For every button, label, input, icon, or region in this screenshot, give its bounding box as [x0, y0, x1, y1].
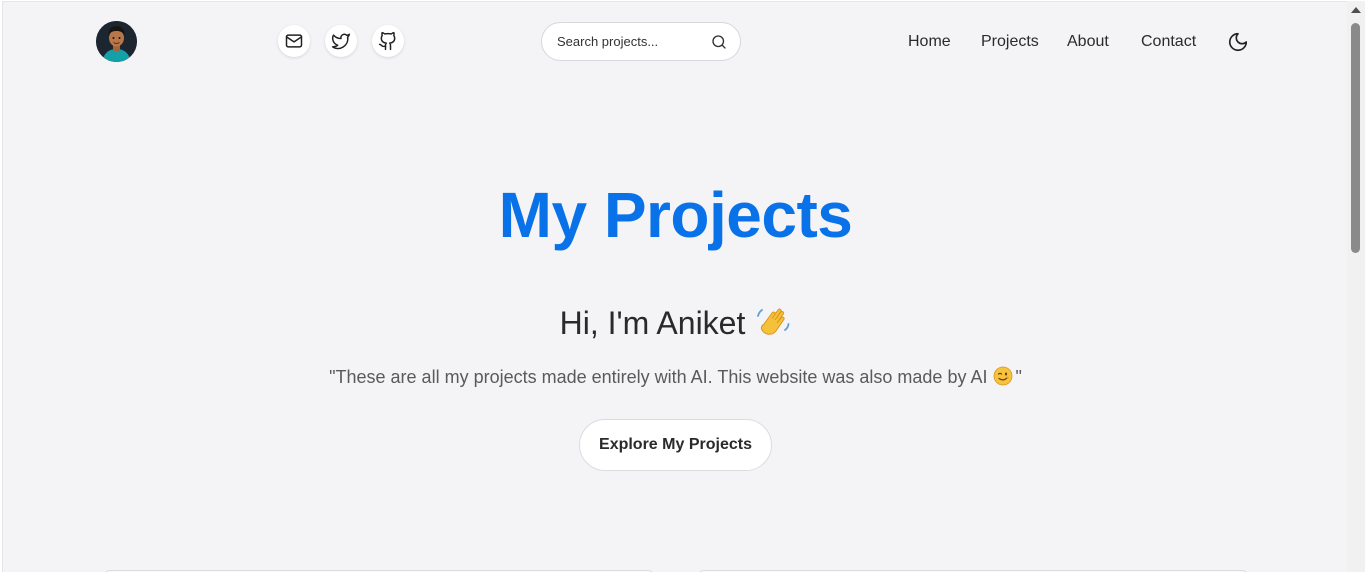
github-icon — [378, 31, 398, 51]
scroll-up-arrow-icon[interactable] — [1351, 7, 1361, 13]
twitter-button[interactable] — [325, 25, 357, 57]
mail-icon — [284, 31, 304, 51]
search-input[interactable] — [557, 34, 707, 49]
page-viewport: Home Projects About Contact My Projects … — [2, 1, 1347, 572]
quote-text: "These are all my projects made entirely… — [329, 367, 988, 387]
waving-hand-icon — [755, 302, 791, 346]
moon-icon — [1227, 31, 1249, 53]
search-icon[interactable] — [710, 33, 728, 51]
theme-toggle-button[interactable] — [1227, 31, 1249, 53]
vertical-scrollbar[interactable] — [1347, 1, 1365, 572]
explore-projects-button[interactable]: Explore My Projects — [579, 419, 772, 471]
nav-contact[interactable]: Contact — [1141, 33, 1196, 51]
email-button[interactable] — [278, 25, 310, 57]
avatar[interactable] — [96, 21, 137, 62]
greeting-text: Hi, I'm Aniket — [559, 305, 746, 341]
avatar-illustration — [96, 21, 137, 62]
page-title: My Projects — [498, 179, 853, 251]
github-button[interactable] — [372, 25, 404, 57]
scrollbar-thumb[interactable] — [1351, 23, 1360, 253]
winking-face-icon — [993, 366, 1013, 391]
nav-about[interactable]: About — [1067, 33, 1109, 51]
hero-greeting: Hi, I'm Aniket — [3, 302, 1347, 346]
nav-home[interactable]: Home — [908, 33, 951, 51]
quote-close: " — [1015, 367, 1022, 387]
hero-quote: "These are all my projects made entirely… — [3, 366, 1347, 391]
search-box — [541, 22, 741, 61]
twitter-icon — [331, 31, 351, 51]
nav-projects[interactable]: Projects — [981, 33, 1039, 51]
